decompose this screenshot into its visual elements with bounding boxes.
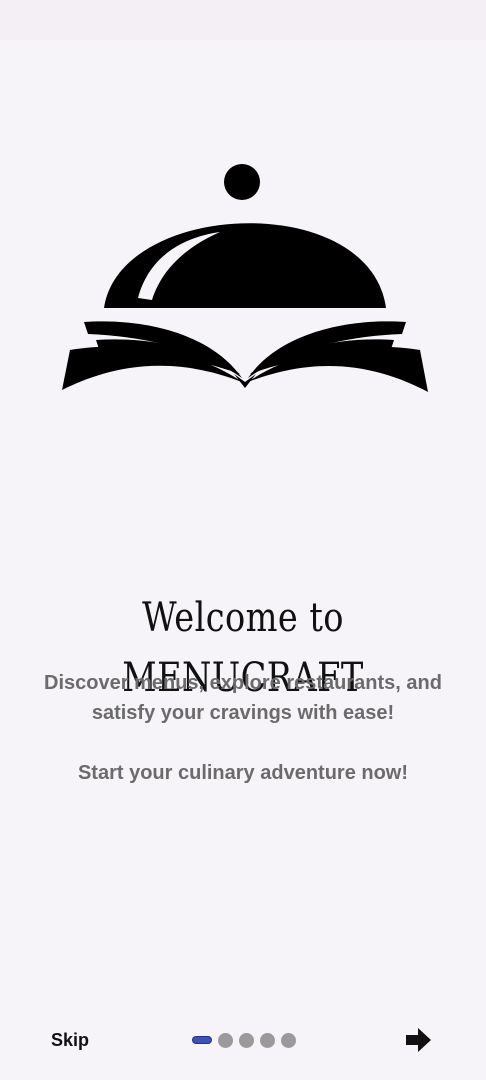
welcome-subtitle: Discover menus, explore restaurants, and… [44,672,442,724]
cloche-book-logo [62,164,428,392]
status-bar [0,0,486,40]
arrow-right-icon [406,1028,431,1052]
page-dot-1[interactable] [192,1036,212,1044]
onboarding-nav-bar: Skip [0,1018,486,1062]
page-dot-5[interactable] [281,1032,296,1048]
page-dot-2[interactable] [218,1032,233,1048]
page-dot-4[interactable] [260,1032,275,1048]
skip-button[interactable]: Skip [40,1018,100,1062]
next-button[interactable] [400,1024,436,1056]
welcome-cta-text: Start your culinary adventure now! [77,762,409,784]
page-dot-3[interactable] [239,1032,254,1048]
page-indicator [192,1032,296,1048]
